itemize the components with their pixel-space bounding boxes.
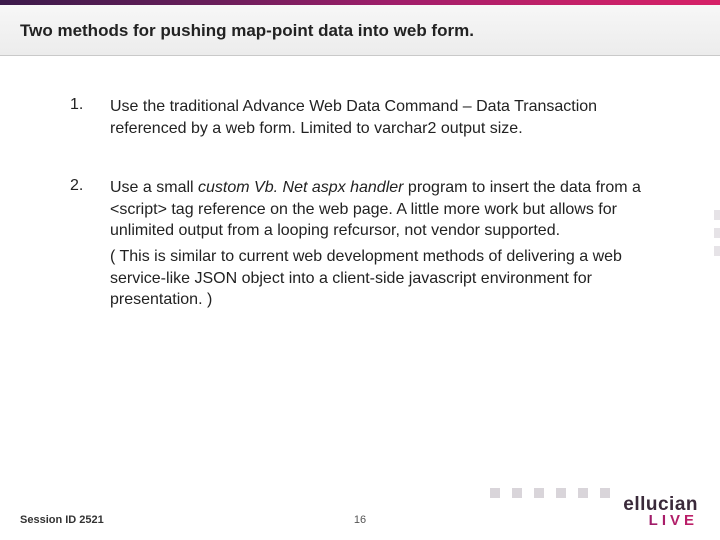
ellucian-live-logo: ellucian LIVE bbox=[623, 495, 698, 528]
footer: Session ID 2521 16 ellucian LIVE bbox=[0, 490, 720, 526]
session-id: Session ID 2521 bbox=[20, 514, 104, 526]
slide-title: Two methods for pushing map-point data i… bbox=[20, 21, 700, 41]
title-bar: Two methods for pushing map-point data i… bbox=[0, 5, 720, 56]
decorative-edge-dots bbox=[714, 210, 720, 264]
item-body: Use a small custom Vb. Net aspx handler … bbox=[110, 177, 660, 315]
logo-live-text: LIVE bbox=[623, 513, 698, 528]
content-area: 1. Use the traditional Advance Web Data … bbox=[0, 56, 720, 315]
item-number: 1. bbox=[70, 96, 110, 143]
list-item: 1. Use the traditional Advance Web Data … bbox=[70, 96, 660, 143]
item-body: Use the traditional Advance Web Data Com… bbox=[110, 96, 660, 143]
item-number: 2. bbox=[70, 177, 110, 315]
list-item: 2. Use a small custom Vb. Net aspx handl… bbox=[70, 177, 660, 315]
item-paragraph: Use a small custom Vb. Net aspx handler … bbox=[110, 177, 660, 242]
item-paragraph: ( This is similar to current web develop… bbox=[110, 246, 660, 311]
item-paragraph: Use the traditional Advance Web Data Com… bbox=[110, 96, 660, 139]
page-number: 16 bbox=[354, 514, 366, 526]
